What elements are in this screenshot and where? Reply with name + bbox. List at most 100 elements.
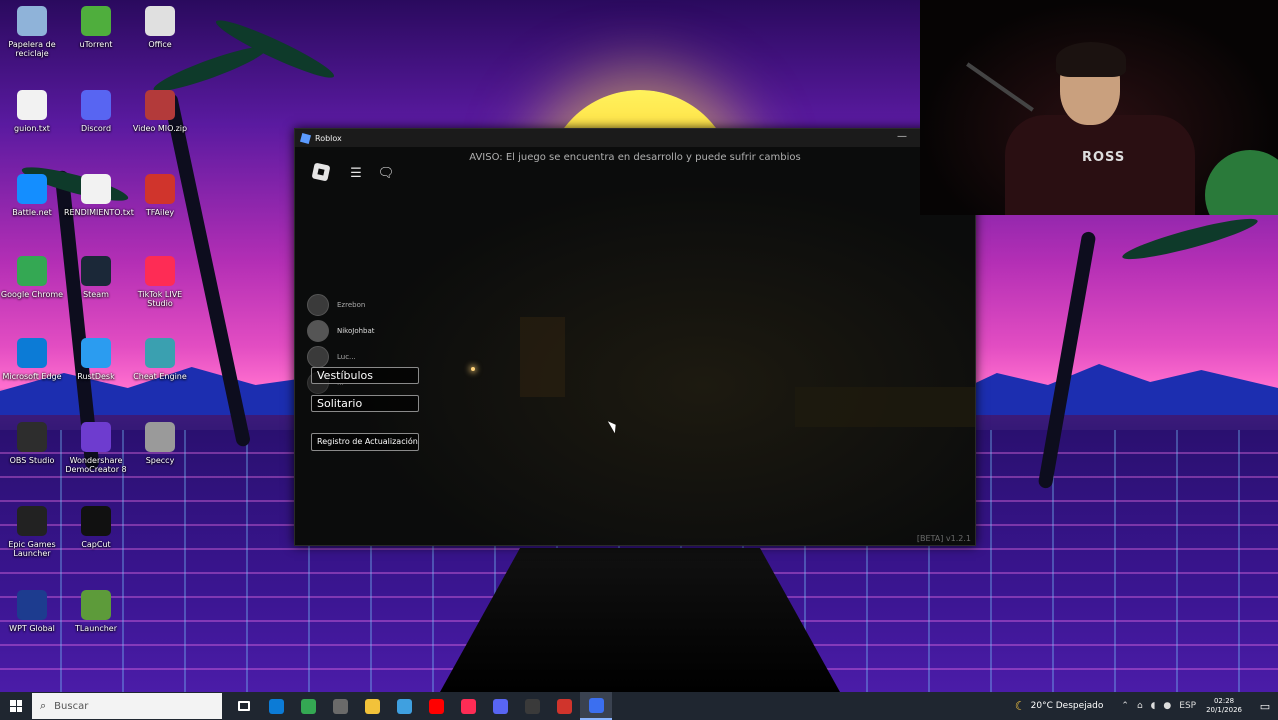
- desktop-icon[interactable]: Google Chrome: [0, 256, 64, 299]
- system-tray: ☾ 20°C Despejado ⌃ ⌂ ◖ ● ESP 02:28 20/1/…: [1015, 692, 1278, 720]
- app-icon: [17, 174, 47, 204]
- file-explorer-icon[interactable]: [356, 692, 388, 720]
- player-name: NikoJohbat: [337, 327, 375, 335]
- app-icon: [81, 422, 111, 452]
- app-icon: [145, 90, 175, 120]
- desktop-icon[interactable]: guion.txt: [0, 90, 64, 133]
- desktop-icon-label: TFAiley: [145, 208, 175, 217]
- language-indicator[interactable]: ESP: [1179, 701, 1196, 711]
- pinned-apps: [228, 692, 612, 720]
- start-button[interactable]: [0, 692, 32, 720]
- desktop-icon-label: Epic Games Launcher: [8, 540, 56, 558]
- app-icon: [145, 422, 175, 452]
- desktop-icon[interactable]: Discord: [64, 90, 128, 133]
- game-viewport[interactable]: AVISO: El juego se encuentra en desarrol…: [295, 147, 975, 545]
- desktop-icon[interactable]: TikTok LIVE Studio: [128, 256, 192, 308]
- taskbar-search-input[interactable]: ⌕ Buscar: [32, 693, 222, 719]
- youtube-icon[interactable]: [420, 692, 452, 720]
- desktop-icon[interactable]: Speccy: [128, 422, 192, 465]
- desktop-icon-label: uTorrent: [79, 40, 113, 49]
- scene-lamp: [471, 367, 475, 371]
- desktop-icon-label: Microsoft Edge: [2, 372, 62, 381]
- desktop-icon-label: Steam: [83, 290, 109, 299]
- desktop-icon[interactable]: RustDesk: [64, 338, 128, 381]
- player-name: Luc...: [337, 353, 356, 361]
- desktop-icon[interactable]: TLauncher: [64, 590, 128, 633]
- changelog-button[interactable]: Registro de Actualización: [311, 433, 419, 451]
- app-icon: [17, 338, 47, 368]
- desktop-icon[interactable]: OBS Studio: [0, 422, 64, 465]
- app-icon: [81, 590, 111, 620]
- avatar: [307, 346, 329, 368]
- obs-icon[interactable]: [516, 692, 548, 720]
- desktop-icon[interactable]: WPT Global: [0, 590, 64, 633]
- taskbar-app-glyph: [396, 698, 412, 714]
- app-icon: [17, 90, 47, 120]
- chevron-up-icon[interactable]: ⌃: [1121, 701, 1129, 711]
- roblox-icon[interactable]: [580, 692, 612, 720]
- desktop-icon[interactable]: Video MIO.zip: [128, 90, 192, 133]
- minimize-button[interactable]: —: [897, 131, 907, 142]
- network-icon[interactable]: ⌂: [1137, 701, 1143, 711]
- roblox-window[interactable]: Roblox — AVISO: El juego se encuentra en…: [294, 128, 976, 546]
- app-icon: [145, 338, 175, 368]
- solo-button[interactable]: Solitario: [311, 395, 419, 412]
- desktop-icon-label: Office: [148, 40, 172, 49]
- desktop-icon[interactable]: TFAiley: [128, 174, 192, 217]
- weather-widget[interactable]: ☾ 20°C Despejado: [1015, 699, 1104, 713]
- desktop-icon[interactable]: RENDIMIENTO.txt: [64, 174, 134, 217]
- app-icon: [81, 174, 111, 204]
- app-icon: [17, 256, 47, 286]
- roblox-menu-icon[interactable]: [311, 162, 331, 182]
- microphone-icon[interactable]: ●: [1163, 701, 1171, 711]
- app-icon: [17, 422, 47, 452]
- desktop-icon[interactable]: Wondershare DemoCreator 8: [64, 422, 128, 474]
- development-notice: AVISO: El juego se encuentra en desarrol…: [469, 152, 801, 163]
- desktop-icon-label: Speccy: [145, 456, 175, 465]
- app-icon: [81, 6, 111, 36]
- roblox-titlebar[interactable]: Roblox: [295, 129, 975, 147]
- taskbar-app-glyph: [588, 697, 604, 713]
- tiktok-icon[interactable]: [452, 692, 484, 720]
- desktop-icon[interactable]: CapCut: [64, 506, 128, 549]
- palm-leaf: [1120, 212, 1260, 266]
- edge-icon[interactable]: [260, 692, 292, 720]
- desktop-icon[interactable]: Battle.net: [0, 174, 64, 217]
- tfailey-icon[interactable]: [548, 692, 580, 720]
- avatar: [307, 294, 329, 316]
- desktop-icon[interactable]: Epic Games Launcher: [0, 506, 64, 558]
- lobbies-button[interactable]: Vestíbulos: [311, 367, 419, 384]
- notification-icon[interactable]: ▭: [1252, 700, 1278, 713]
- discord-icon[interactable]: [484, 692, 516, 720]
- chat-icon[interactable]: 🗨: [377, 165, 395, 183]
- app-icon: [145, 256, 175, 286]
- chrome-icon[interactable]: [292, 692, 324, 720]
- search-placeholder: Buscar: [54, 700, 89, 712]
- speaker-icon[interactable]: ◖: [1151, 701, 1156, 711]
- clock[interactable]: 02:28 20/1/2026: [1206, 697, 1242, 715]
- desktop-icon[interactable]: Papelera de reciclaje: [0, 6, 64, 58]
- version-label: [BETA] v1.2.1: [916, 534, 971, 543]
- desktop-icon[interactable]: Steam: [64, 256, 128, 299]
- hamburger-icon[interactable]: ☰: [347, 165, 365, 183]
- desktop-icon-label: Cheat Engine: [133, 372, 187, 381]
- desktop-icon-label: CapCut: [81, 540, 111, 549]
- store-icon[interactable]: [324, 692, 356, 720]
- desktop-icon[interactable]: uTorrent: [64, 6, 128, 49]
- taskbar: ⌕ Buscar ☾ 20°C Despejado ⌃ ⌂ ◖ ● ESP 02…: [0, 692, 1278, 720]
- taskbar-app-glyph: [300, 698, 316, 714]
- taskbar-app-glyph: [492, 698, 508, 714]
- scene-fence: [795, 387, 975, 427]
- app-icon: [17, 6, 47, 36]
- green-ball: [1205, 150, 1278, 215]
- desktop-icon[interactable]: Office: [128, 6, 192, 49]
- task-view-icon[interactable]: [228, 692, 260, 720]
- roblox-window-title: Roblox: [315, 133, 342, 143]
- desktop-icon[interactable]: Cheat Engine: [128, 338, 192, 381]
- app-icon[interactable]: [388, 692, 420, 720]
- desktop-icon[interactable]: Microsoft Edge: [0, 338, 64, 381]
- taskbar-app-glyph: [238, 701, 250, 711]
- player-list-item: Luc...: [307, 346, 356, 368]
- streamer-hair: [1056, 42, 1126, 77]
- scene-house: [520, 317, 565, 397]
